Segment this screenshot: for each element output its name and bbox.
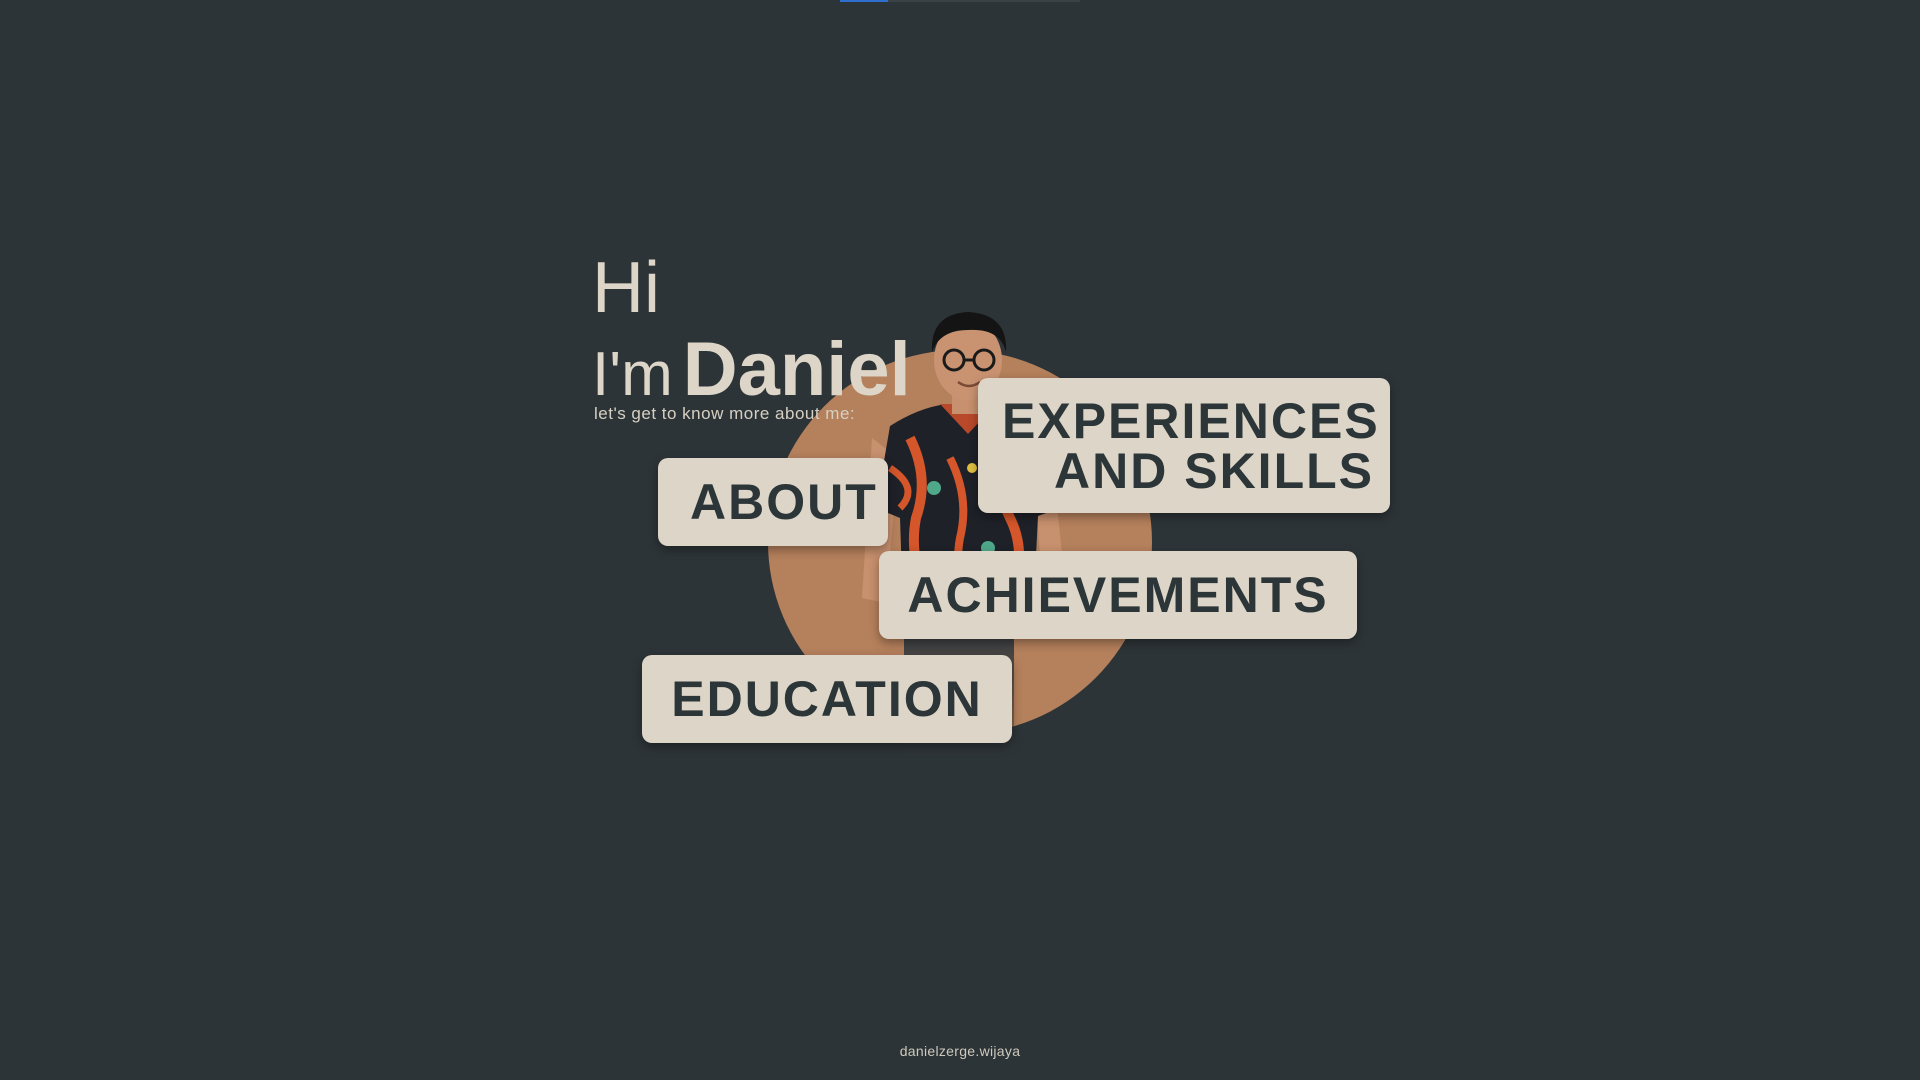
greeting-hi: Hi [592,248,660,328]
about-button-label: ABOUT [690,474,878,530]
education-button-label: EDUCATION [671,671,983,727]
experiences-label-line2: AND SKILLS [1054,442,1374,499]
about-button[interactable]: ABOUT [658,458,888,546]
experiences-label-line1: EXPERIENCES [1002,392,1380,449]
experiences-button-label: EXPERIENCES AND SKILLS [1002,396,1380,496]
scroll-progress-bar [840,0,1080,2]
landing-page: Hi I'm Daniel let's get to know more abou… [0,0,1920,1080]
greeting-im: I'm [592,340,673,409]
experiences-and-skills-button[interactable]: EXPERIENCES AND SKILLS [978,378,1390,513]
footer-handle: danielzerge.wijaya [899,1043,1021,1059]
greeting-subtitle: let's get to know more about me: [594,404,856,423]
achievements-button[interactable]: ACHIEVEMENTS [879,551,1357,639]
achievements-button-label: ACHIEVEMENTS [907,567,1329,623]
greeting-name-line: I'm Daniel [592,326,911,413]
scroll-progress-active [840,0,888,2]
education-button[interactable]: EDUCATION [642,655,1012,743]
greeting-name: Daniel [682,327,911,412]
